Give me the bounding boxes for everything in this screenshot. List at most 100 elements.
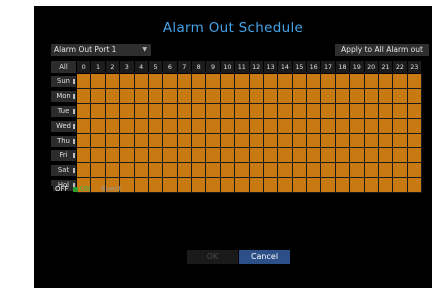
schedule-cell[interactable]: [148, 103, 163, 118]
schedule-cell[interactable]: [177, 74, 191, 88]
schedule-cell[interactable]: [393, 133, 407, 148]
schedule-cell[interactable]: [307, 88, 321, 103]
schedule-cell[interactable]: [378, 133, 393, 148]
schedule-cell[interactable]: [249, 133, 263, 148]
schedule-cell[interactable]: [307, 74, 321, 88]
schedule-cell[interactable]: [220, 103, 235, 118]
schedule-cell[interactable]: [235, 163, 249, 178]
hour-header-8[interactable]: 8: [192, 61, 206, 73]
schedule-cell[interactable]: [335, 148, 350, 163]
schedule-cell[interactable]: [206, 148, 220, 163]
hour-header-13[interactable]: 13: [263, 61, 278, 73]
schedule-cell[interactable]: [148, 118, 163, 133]
schedule-cell[interactable]: [163, 178, 177, 192]
schedule-cell[interactable]: [321, 118, 335, 133]
schedule-cell[interactable]: [77, 118, 91, 133]
schedule-cell[interactable]: [163, 118, 177, 133]
schedule-cell[interactable]: [77, 133, 91, 148]
schedule-cell[interactable]: [77, 88, 91, 103]
alarm-out-port-select[interactable]: Alarm Out Port 1 ▼: [51, 44, 151, 56]
schedule-cell[interactable]: [407, 88, 421, 103]
hour-header-17[interactable]: 17: [321, 61, 335, 73]
schedule-cell[interactable]: [120, 118, 134, 133]
schedule-cell[interactable]: [134, 88, 148, 103]
schedule-cell[interactable]: [378, 74, 393, 88]
schedule-cell[interactable]: [407, 118, 421, 133]
schedule-cell[interactable]: [393, 88, 407, 103]
schedule-cell[interactable]: [192, 148, 206, 163]
day-label-sat[interactable]: Sat: [51, 165, 76, 177]
schedule-cell[interactable]: [249, 74, 263, 88]
schedule-cell[interactable]: [350, 178, 364, 192]
schedule-cell[interactable]: [105, 103, 120, 118]
schedule-cell[interactable]: [278, 133, 292, 148]
schedule-cell[interactable]: [321, 88, 335, 103]
schedule-cell[interactable]: [177, 118, 191, 133]
schedule-cell[interactable]: [163, 148, 177, 163]
schedule-cell[interactable]: [91, 133, 105, 148]
schedule-cell[interactable]: [177, 103, 191, 118]
day-label-mon[interactable]: Mon: [51, 90, 76, 102]
schedule-cell[interactable]: [321, 148, 335, 163]
schedule-cell[interactable]: [407, 163, 421, 178]
schedule-cell[interactable]: [307, 133, 321, 148]
schedule-cell[interactable]: [364, 118, 378, 133]
schedule-cell[interactable]: [220, 133, 235, 148]
schedule-cell[interactable]: [77, 148, 91, 163]
schedule-cell[interactable]: [192, 178, 206, 192]
schedule-cell[interactable]: [407, 74, 421, 88]
schedule-cell[interactable]: [393, 118, 407, 133]
schedule-cell[interactable]: [292, 74, 306, 88]
day-label-sun[interactable]: Sun: [51, 76, 76, 87]
schedule-cell[interactable]: [235, 133, 249, 148]
schedule-cell[interactable]: [249, 103, 263, 118]
schedule-cell[interactable]: [148, 133, 163, 148]
schedule-cell[interactable]: [393, 178, 407, 192]
schedule-cell[interactable]: [364, 178, 378, 192]
schedule-cell[interactable]: [235, 74, 249, 88]
schedule-cell[interactable]: [292, 118, 306, 133]
schedule-cell[interactable]: [91, 148, 105, 163]
hour-header-12[interactable]: 12: [249, 61, 263, 73]
schedule-cell[interactable]: [134, 148, 148, 163]
hour-header-6[interactable]: 6: [163, 61, 177, 73]
schedule-cell[interactable]: [393, 148, 407, 163]
schedule-cell[interactable]: [321, 178, 335, 192]
schedule-cell[interactable]: [206, 103, 220, 118]
schedule-cell[interactable]: [192, 118, 206, 133]
schedule-cell[interactable]: [163, 88, 177, 103]
schedule-cell[interactable]: [407, 148, 421, 163]
schedule-cell[interactable]: [105, 74, 120, 88]
schedule-cell[interactable]: [278, 118, 292, 133]
schedule-cell[interactable]: [335, 74, 350, 88]
schedule-cell[interactable]: [321, 103, 335, 118]
schedule-cell[interactable]: [393, 74, 407, 88]
schedule-cell[interactable]: [364, 133, 378, 148]
schedule-cell[interactable]: [335, 118, 350, 133]
schedule-cell[interactable]: [378, 178, 393, 192]
schedule-cell[interactable]: [307, 103, 321, 118]
schedule-cell[interactable]: [235, 88, 249, 103]
schedule-cell[interactable]: [335, 88, 350, 103]
hour-header-21[interactable]: 21: [378, 61, 393, 73]
schedule-cell[interactable]: [192, 163, 206, 178]
select-all-button[interactable]: All: [51, 61, 76, 73]
cancel-button[interactable]: Cancel: [239, 250, 290, 264]
schedule-cell[interactable]: [249, 148, 263, 163]
schedule-cell[interactable]: [350, 148, 364, 163]
schedule-cell[interactable]: [91, 163, 105, 178]
schedule-cell[interactable]: [220, 74, 235, 88]
hour-header-23[interactable]: 23: [407, 61, 421, 73]
schedule-cell[interactable]: [364, 148, 378, 163]
schedule-cell[interactable]: [263, 133, 278, 148]
schedule-cell[interactable]: [263, 148, 278, 163]
schedule-cell[interactable]: [263, 118, 278, 133]
schedule-cell[interactable]: [249, 163, 263, 178]
schedule-cell[interactable]: [378, 118, 393, 133]
schedule-cell[interactable]: [206, 118, 220, 133]
schedule-cell[interactable]: [378, 163, 393, 178]
schedule-cell[interactable]: [91, 118, 105, 133]
schedule-cell[interactable]: [249, 178, 263, 192]
hour-header-16[interactable]: 16: [307, 61, 321, 73]
hour-header-22[interactable]: 22: [393, 61, 407, 73]
